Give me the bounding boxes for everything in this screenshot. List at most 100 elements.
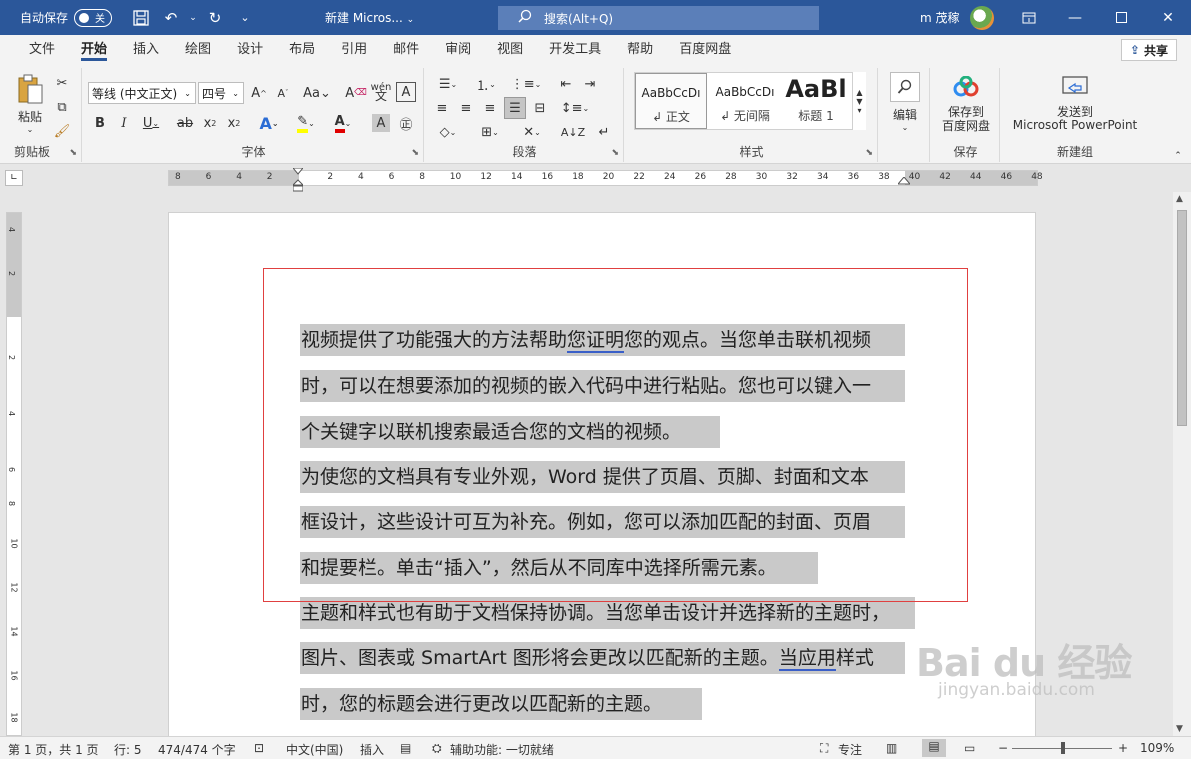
document-line[interactable]: 时，您的标题会进行更改以匹配新的主题。 <box>300 688 702 720</box>
save-to-baidu-line2[interactable]: 百度网盘 <box>932 118 1000 133</box>
word-count[interactable]: 474/474 个字 <box>158 741 236 758</box>
redo-icon[interactable]: ↻ <box>200 3 230 33</box>
copy-icon[interactable]: ⧉ <box>52 98 72 116</box>
bold-icon[interactable]: B <box>90 112 110 134</box>
right-indent-marker-icon[interactable] <box>896 176 912 188</box>
document-title[interactable]: 新建 Micros... ⌄ <box>325 9 414 26</box>
style-normal[interactable]: AaBbCcDı ↲ 正文 <box>635 73 707 129</box>
send-to-ppt-line1[interactable]: 发送到 <box>1002 104 1148 119</box>
undo-icon[interactable]: ↶ <box>156 3 186 33</box>
collapse-ribbon-icon[interactable]: ⌃ <box>1170 150 1186 162</box>
tab-help[interactable]: 帮助 <box>614 35 666 64</box>
tab-draw[interactable]: 绘图 <box>172 35 224 64</box>
read-mode-icon[interactable]: ▥ <box>886 741 897 755</box>
style-heading-1[interactable]: AaBl 标题 1 <box>783 73 849 129</box>
zoom-slider-knob[interactable] <box>1061 742 1065 754</box>
page-count[interactable]: 第 1 页，共 1 页 <box>8 741 99 758</box>
superscript-icon[interactable]: x2 <box>224 112 244 134</box>
subscript-icon[interactable]: x2 <box>200 112 220 134</box>
tab-view[interactable]: 视图 <box>484 35 536 64</box>
distributed-icon[interactable]: ⊟ <box>530 98 550 118</box>
close-icon[interactable]: ✕ <box>1145 0 1191 35</box>
vertical-scrollbar[interactable]: ▲ ▼ <box>1173 192 1191 736</box>
vertical-ruler[interactable]: 4 2 2 4 6 8 10 12 14 16 18 <box>6 212 22 736</box>
customize-qat-icon[interactable]: ⌄ <box>230 3 260 33</box>
ribbon-display-options-icon[interactable] <box>1006 0 1052 35</box>
strikethrough-icon[interactable]: ab <box>174 112 196 134</box>
avatar[interactable] <box>970 6 994 30</box>
tab-references[interactable]: 引用 <box>328 35 380 64</box>
phonetic-guide-icon[interactable]: wén 文 <box>370 80 392 104</box>
increase-indent-icon[interactable]: ⇥ <box>580 74 600 94</box>
paste-icon[interactable] <box>10 72 50 106</box>
editing-dropdown-icon[interactable]: ⌄ <box>898 122 912 132</box>
share-button[interactable]: ⇪ 共享 <box>1120 39 1177 61</box>
decrease-indent-icon[interactable]: ⇤ <box>556 74 576 94</box>
web-layout-icon[interactable]: ▭ <box>964 741 975 755</box>
document-line[interactable]: 图片、图表或 SmartArt 图形将会更改以匹配新的主题。当应用样式 <box>300 642 905 674</box>
tab-file[interactable]: 文件 <box>16 35 68 64</box>
show-marks-icon[interactable]: ↵ <box>594 122 614 142</box>
maximize-icon[interactable] <box>1098 0 1144 35</box>
tab-developer[interactable]: 开发工具 <box>536 35 614 64</box>
underline-icon[interactable]: U ⌄ <box>138 112 164 134</box>
paste-button[interactable]: 粘贴 <box>10 108 50 124</box>
font-size-combo[interactable]: 四号 ⌄ <box>198 82 244 104</box>
italic-icon[interactable]: I <box>114 112 134 134</box>
indent-marker-icon[interactable] <box>291 167 305 192</box>
search-box[interactable]: 搜索(Alt+Q) <box>498 6 819 30</box>
print-layout-icon[interactable]: ▤ <box>922 739 946 757</box>
shading-icon[interactable]: ◇ ⌄ <box>432 122 464 142</box>
proofing-icon[interactable]: ⊡ <box>254 741 264 755</box>
tab-layout[interactable]: 布局 <box>276 35 328 64</box>
grammar-underlined-text[interactable]: 当应用 <box>778 647 836 671</box>
cut-icon[interactable]: ✂ <box>52 74 72 92</box>
minimize-icon[interactable]: — <box>1052 0 1098 35</box>
chinese-layout-icon[interactable]: ✕ ⌄ <box>516 122 548 142</box>
highlight-color-icon[interactable]: ✎ ⌄ <box>290 112 322 134</box>
clipboard-launcher-icon[interactable]: ⬊ <box>69 148 77 158</box>
change-case-icon[interactable]: Aa⌄ <box>302 82 332 104</box>
focus-icon[interactable]: ⛶ <box>820 741 828 756</box>
align-right-icon[interactable]: ≡ <box>480 98 500 118</box>
send-to-ppt-line2[interactable]: Microsoft PowerPoint <box>1002 118 1148 132</box>
accessibility-icon[interactable]: ⛭ <box>432 741 442 756</box>
numbering-icon[interactable]: ⒈ ⌄ <box>470 74 502 94</box>
accessibility-status[interactable]: 辅助功能: 一切就绪 <box>450 741 554 758</box>
user-name[interactable]: m 茂稼 <box>920 9 960 26</box>
paste-dropdown-icon[interactable]: ⌄ <box>24 124 36 134</box>
zoom-out-icon[interactable]: − <box>998 741 1008 755</box>
font-color-icon[interactable]: A ⌄ <box>328 112 358 134</box>
editing-button[interactable]: 编辑 <box>886 106 924 122</box>
multilevel-list-icon[interactable]: ⋮≡ ⌄ <box>510 74 542 94</box>
tab-home[interactable]: 开始 <box>68 35 120 64</box>
clear-formatting-icon[interactable]: A ⌫ <box>345 82 367 104</box>
language[interactable]: 中文(中国) <box>286 741 343 758</box>
tab-baidu-netdisk[interactable]: 百度网盘 <box>666 35 744 64</box>
styles-launcher-icon[interactable]: ⬊ <box>865 148 873 158</box>
zoom-level[interactable]: 109% <box>1140 741 1174 755</box>
align-center-icon[interactable]: ≡ <box>456 98 476 118</box>
scroll-thumb[interactable] <box>1177 210 1187 426</box>
font-name-combo[interactable]: 等线 (中文正文) ⌄ <box>88 82 196 104</box>
insert-mode[interactable]: 插入 <box>360 741 384 758</box>
find-icon[interactable] <box>890 72 920 102</box>
borders-icon[interactable]: ⊞ ⌄ <box>474 122 506 142</box>
scroll-up-icon[interactable]: ▲ <box>1176 194 1183 204</box>
character-border-icon[interactable]: A <box>396 82 416 102</box>
tab-selector-icon[interactable]: ∟ <box>5 170 23 186</box>
paragraph-launcher-icon[interactable]: ⬊ <box>611 148 619 158</box>
text-effects-icon[interactable]: A ⌄ <box>254 112 284 134</box>
sort-icon[interactable]: A↓Z <box>561 122 585 142</box>
macro-record-icon[interactable]: ▤ <box>400 741 411 755</box>
line-number[interactable]: 行: 5 <box>114 741 142 758</box>
enclose-characters-icon[interactable]: ㊣ <box>396 112 416 134</box>
bullets-icon[interactable]: ☰ ⌄ <box>432 74 464 94</box>
focus-mode[interactable]: 专注 <box>838 741 862 758</box>
justify-icon[interactable]: ☰ <box>504 97 526 119</box>
style-gallery-scroll[interactable]: ▲ ▼ ▾ <box>852 72 866 130</box>
style-no-spacing[interactable]: AaBbCcDı ↲ 无间隔 <box>709 73 781 129</box>
autosave-toggle[interactable]: 关 <box>74 8 113 27</box>
undo-dropdown-icon[interactable]: ⌄ <box>186 3 200 33</box>
tab-mailings[interactable]: 邮件 <box>380 35 432 64</box>
